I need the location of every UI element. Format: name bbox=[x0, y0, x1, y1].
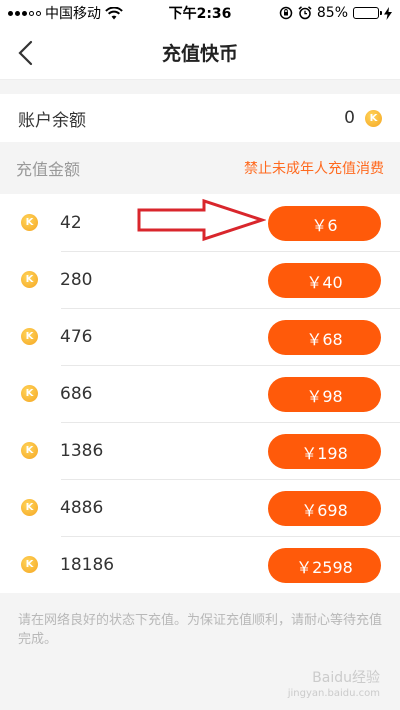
account-balance-row: 账户余额 0 K bbox=[0, 94, 400, 142]
package-row: K 476 ￥68 bbox=[0, 308, 400, 365]
price-button[interactable]: ￥68 bbox=[268, 320, 381, 355]
signal-icon bbox=[8, 10, 41, 16]
coin-amount: 686 bbox=[60, 383, 93, 404]
coin-icon: K bbox=[21, 499, 38, 516]
baidu-watermark: Baidu经验 jingyan.baidu.com bbox=[288, 670, 380, 702]
price-button[interactable]: ￥98 bbox=[268, 377, 381, 412]
coin-amount: 476 bbox=[60, 326, 93, 347]
balance-value: 0 bbox=[344, 108, 355, 128]
watermark-sub: jingyan.baidu.com bbox=[287, 688, 380, 699]
coin-amount: 280 bbox=[60, 269, 93, 290]
package-row: K 1386 ￥198 bbox=[0, 422, 400, 479]
package-row: K 280 ￥40 bbox=[0, 251, 400, 308]
battery-percent: 85% bbox=[316, 5, 348, 21]
package-row: K 686 ￥98 bbox=[0, 365, 400, 422]
balance-label: 账户余额 bbox=[18, 110, 86, 131]
coin-icon: K bbox=[21, 214, 38, 231]
recharge-package-list: K 42 ￥6 K 280 ￥40 K 476 ￥68 K 686 ￥98 K … bbox=[0, 194, 400, 593]
coin-icon: K bbox=[21, 271, 38, 288]
package-row: K 4886 ￥698 bbox=[0, 479, 400, 536]
price-button[interactable]: ￥6 bbox=[268, 206, 381, 241]
coin-amount: 4886 bbox=[60, 497, 104, 518]
red-arrow-annotation bbox=[137, 198, 266, 242]
coin-icon: K bbox=[21, 556, 38, 573]
amount-label: 充值金额 bbox=[16, 160, 81, 179]
chevron-left-icon bbox=[18, 40, 33, 66]
coin-icon: K bbox=[21, 385, 38, 402]
coin-amount: 1386 bbox=[60, 440, 104, 461]
alarm-icon bbox=[298, 6, 312, 20]
watermark-main: Baidu经验 bbox=[312, 670, 380, 686]
coin-amount: 42 bbox=[60, 212, 82, 233]
nav-bar: 充值快币 bbox=[0, 26, 400, 80]
charging-bolt-icon bbox=[384, 6, 392, 20]
page-title: 充值快币 bbox=[161, 43, 238, 65]
price-button[interactable]: ￥698 bbox=[268, 491, 381, 526]
rotation-lock-icon bbox=[279, 6, 293, 20]
carrier-name: 中国移动 bbox=[45, 6, 101, 22]
price-button[interactable]: ￥2598 bbox=[268, 548, 381, 583]
recharge-note: 请在网络良好的状态下充值。为保证充值顺利，请耐心等待充值完成。 bbox=[18, 613, 383, 647]
amount-section-header: 充值金额 禁止未成年人充值消费 bbox=[0, 142, 400, 194]
coin-icon: K bbox=[21, 328, 38, 345]
wifi-icon bbox=[105, 6, 123, 19]
coin-amount: 18186 bbox=[60, 554, 115, 575]
price-button[interactable]: ￥198 bbox=[268, 434, 381, 469]
battery-icon bbox=[353, 7, 382, 19]
package-row: K 18186 ￥2598 bbox=[0, 536, 400, 593]
coin-icon: K bbox=[365, 109, 382, 127]
status-bar: 中国移动 下午2:36 85% bbox=[0, 0, 400, 26]
coin-icon: K bbox=[21, 442, 38, 459]
minor-warning: 禁止未成年人充值消费 bbox=[244, 161, 384, 177]
price-button[interactable]: ￥40 bbox=[268, 263, 381, 298]
back-button[interactable] bbox=[14, 40, 40, 66]
